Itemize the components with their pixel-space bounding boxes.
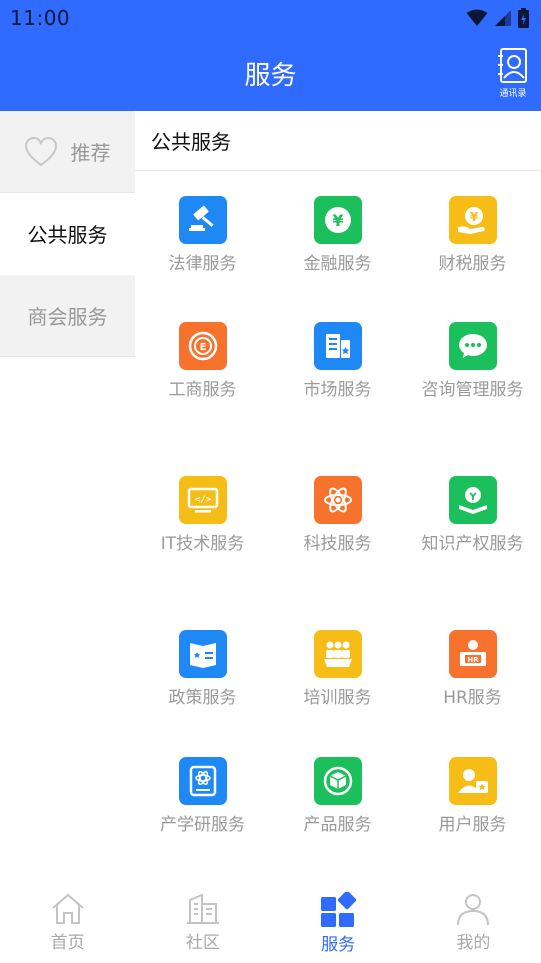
battery-icon (518, 8, 529, 28)
heart-icon (24, 136, 57, 166)
sidebar-item-label: 推荐 (70, 141, 111, 165)
service-label: 政策服务 (168, 688, 237, 708)
market-doc-icon (313, 322, 362, 370)
service-label: 培训服务 (303, 688, 372, 708)
contacts-icon (498, 48, 527, 83)
lightbulb-book-icon (448, 476, 497, 524)
sidebar-item-public-services[interactable]: 公共服务 (0, 193, 135, 275)
service-label: HR服务 (443, 688, 502, 708)
nav-profile[interactable]: 我的 (406, 880, 541, 963)
service-policy[interactable]: 政策服务 (135, 630, 270, 712)
service-label: 财税服务 (438, 254, 507, 274)
research-device-icon (178, 757, 227, 805)
svg-text:¥: ¥ (469, 210, 478, 224)
community-building-icon (186, 893, 219, 924)
sidebar-item-label: 公共服务 (27, 223, 108, 247)
service-label: 工商服务 (168, 380, 237, 400)
service-industry-research[interactable]: 产学研服务 (135, 757, 270, 839)
profile-icon (457, 894, 490, 926)
status-icons (466, 8, 529, 28)
service-finance[interactable]: ¥ 金融服务 (270, 196, 405, 278)
service-tax[interactable]: ¥ 财税服务 (405, 196, 540, 278)
service-label: 科技服务 (303, 534, 372, 554)
svg-text:¥: ¥ (332, 211, 343, 230)
service-content: 公共服务 法律服务 ¥ 金融服务 ¥ 财税服务 E 工商服务 市场服务 咨询管理… (135, 111, 541, 871)
nav-label: 社区 (185, 933, 220, 953)
section-title: 公共服务 (135, 111, 541, 171)
service-business[interactable]: E 工商服务 (135, 322, 270, 404)
service-label: 咨询管理服务 (421, 380, 524, 400)
service-label: 知识产权服务 (421, 534, 524, 554)
wifi-icon (466, 9, 488, 26)
service-label: 市场服务 (303, 380, 372, 400)
service-legal[interactable]: 法律服务 (135, 196, 270, 278)
sidebar-item-chamber-services[interactable]: 商会服务 (0, 275, 135, 357)
page-title: 服务 (244, 61, 297, 91)
service-label: 用户服务 (438, 815, 507, 835)
service-label: 产品服务 (303, 815, 372, 835)
bottom-navigation: 首页 社区 服务 我的 (0, 880, 541, 963)
svg-text:E: E (199, 342, 206, 353)
atom-icon (313, 476, 362, 524)
services-grid-icon (321, 892, 357, 927)
service-user[interactable]: 用户服务 (405, 757, 540, 839)
status-time: 11:00 (10, 6, 71, 30)
service-training[interactable]: 培训服务 (270, 630, 405, 712)
nav-label: 我的 (456, 933, 491, 953)
service-consulting[interactable]: 咨询管理服务 (405, 322, 540, 404)
home-icon (51, 893, 84, 924)
yuan-coin-icon: ¥ (313, 196, 362, 244)
code-monitor-icon: </> (178, 476, 227, 524)
service-hr[interactable]: HR HR服务 (405, 630, 540, 712)
user-card-icon (448, 757, 497, 805)
nav-services[interactable]: 服务 (271, 880, 406, 963)
contacts-label: 通讯录 (499, 89, 527, 99)
service-label: IT技术服务 (160, 534, 245, 554)
service-ip[interactable]: 知识产权服务 (405, 476, 540, 558)
sidebar-item-label: 商会服务 (27, 305, 108, 329)
service-technology[interactable]: 科技服务 (270, 476, 405, 558)
product-cube-icon (313, 757, 362, 805)
service-label: 产学研服务 (160, 815, 245, 835)
service-it[interactable]: </> IT技术服务 (135, 476, 270, 558)
app-bar: 服务 通讯录 (0, 36, 541, 111)
gavel-icon (178, 196, 227, 244)
audience-icon (313, 630, 362, 678)
sidebar-item-recommend[interactable]: 推荐 (0, 111, 135, 193)
policy-book-icon (178, 630, 227, 678)
nav-home[interactable]: 首页 (0, 880, 135, 963)
cellular-signal-icon (495, 10, 511, 26)
nav-label: 首页 (50, 933, 85, 953)
business-seal-icon: E (178, 322, 227, 370)
nav-label: 服务 (321, 935, 356, 955)
nav-community[interactable]: 社区 (135, 880, 270, 963)
service-label: 法律服务 (168, 254, 237, 274)
service-label: 金融服务 (303, 254, 372, 274)
contacts-button[interactable]: 通讯录 (497, 48, 529, 100)
service-product[interactable]: 产品服务 (270, 757, 405, 839)
svg-text:</>: </> (194, 495, 211, 505)
category-sidebar: 推荐 公共服务 商会服务 (0, 111, 135, 357)
chat-bubble-icon (448, 322, 497, 370)
status-bar: 11:00 (0, 0, 541, 36)
service-market[interactable]: 市场服务 (270, 322, 405, 404)
hand-coin-icon: ¥ (448, 196, 497, 244)
svg-text:HR: HR (467, 656, 479, 664)
hr-desk-icon: HR (448, 630, 497, 678)
